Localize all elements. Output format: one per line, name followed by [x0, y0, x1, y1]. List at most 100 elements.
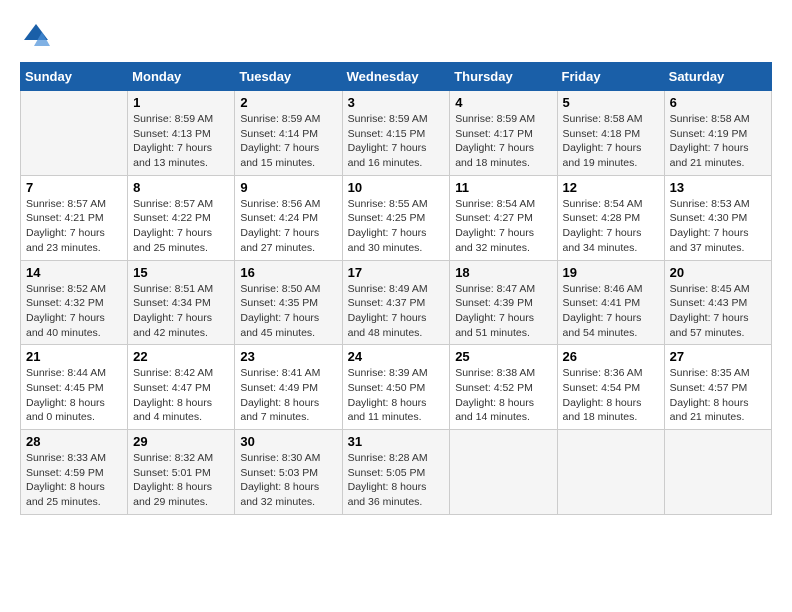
- day-number: 20: [670, 265, 766, 280]
- day-info: Sunrise: 8:59 AMSunset: 4:13 PMDaylight:…: [133, 112, 229, 171]
- day-info: Sunrise: 8:52 AMSunset: 4:32 PMDaylight:…: [26, 282, 122, 341]
- day-info: Sunrise: 8:39 AMSunset: 4:50 PMDaylight:…: [348, 366, 445, 425]
- day-number: 15: [133, 265, 229, 280]
- day-info: Sunrise: 8:50 AMSunset: 4:35 PMDaylight:…: [240, 282, 336, 341]
- day-number: 24: [348, 349, 445, 364]
- day-cell: [21, 91, 128, 176]
- day-header-sunday: Sunday: [21, 63, 128, 91]
- day-info: Sunrise: 8:56 AMSunset: 4:24 PMDaylight:…: [240, 197, 336, 256]
- header-row: SundayMondayTuesdayWednesdayThursdayFrid…: [21, 63, 772, 91]
- day-info: Sunrise: 8:44 AMSunset: 4:45 PMDaylight:…: [26, 366, 122, 425]
- day-cell: 27 Sunrise: 8:35 AMSunset: 4:57 PMDaylig…: [664, 345, 771, 430]
- day-number: 6: [670, 95, 766, 110]
- day-cell: 7 Sunrise: 8:57 AMSunset: 4:21 PMDayligh…: [21, 175, 128, 260]
- day-number: 8: [133, 180, 229, 195]
- day-info: Sunrise: 8:47 AMSunset: 4:39 PMDaylight:…: [455, 282, 551, 341]
- day-info: Sunrise: 8:35 AMSunset: 4:57 PMDaylight:…: [670, 366, 766, 425]
- day-number: 27: [670, 349, 766, 364]
- day-info: Sunrise: 8:51 AMSunset: 4:34 PMDaylight:…: [133, 282, 229, 341]
- day-number: 30: [240, 434, 336, 449]
- day-cell: 30 Sunrise: 8:30 AMSunset: 5:03 PMDaylig…: [235, 430, 342, 515]
- day-header-tuesday: Tuesday: [235, 63, 342, 91]
- day-info: Sunrise: 8:45 AMSunset: 4:43 PMDaylight:…: [670, 282, 766, 341]
- day-header-thursday: Thursday: [450, 63, 557, 91]
- day-cell: [557, 430, 664, 515]
- day-header-saturday: Saturday: [664, 63, 771, 91]
- day-number: 19: [563, 265, 659, 280]
- day-number: 22: [133, 349, 229, 364]
- day-number: 1: [133, 95, 229, 110]
- day-number: 25: [455, 349, 551, 364]
- day-cell: 31 Sunrise: 8:28 AMSunset: 5:05 PMDaylig…: [342, 430, 450, 515]
- day-cell: 29 Sunrise: 8:32 AMSunset: 5:01 PMDaylig…: [128, 430, 235, 515]
- day-cell: 6 Sunrise: 8:58 AMSunset: 4:19 PMDayligh…: [664, 91, 771, 176]
- day-cell: 13 Sunrise: 8:53 AMSunset: 4:30 PMDaylig…: [664, 175, 771, 260]
- day-cell: 11 Sunrise: 8:54 AMSunset: 4:27 PMDaylig…: [450, 175, 557, 260]
- day-cell: 14 Sunrise: 8:52 AMSunset: 4:32 PMDaylig…: [21, 260, 128, 345]
- day-header-friday: Friday: [557, 63, 664, 91]
- day-cell: 26 Sunrise: 8:36 AMSunset: 4:54 PMDaylig…: [557, 345, 664, 430]
- day-info: Sunrise: 8:33 AMSunset: 4:59 PMDaylight:…: [26, 451, 122, 510]
- day-number: 21: [26, 349, 122, 364]
- day-info: Sunrise: 8:42 AMSunset: 4:47 PMDaylight:…: [133, 366, 229, 425]
- day-info: Sunrise: 8:38 AMSunset: 4:52 PMDaylight:…: [455, 366, 551, 425]
- day-cell: 28 Sunrise: 8:33 AMSunset: 4:59 PMDaylig…: [21, 430, 128, 515]
- day-cell: 3 Sunrise: 8:59 AMSunset: 4:15 PMDayligh…: [342, 91, 450, 176]
- logo: [20, 20, 56, 52]
- day-number: 28: [26, 434, 122, 449]
- day-cell: 15 Sunrise: 8:51 AMSunset: 4:34 PMDaylig…: [128, 260, 235, 345]
- day-number: 12: [563, 180, 659, 195]
- day-number: 3: [348, 95, 445, 110]
- week-row-4: 21 Sunrise: 8:44 AMSunset: 4:45 PMDaylig…: [21, 345, 772, 430]
- day-info: Sunrise: 8:58 AMSunset: 4:19 PMDaylight:…: [670, 112, 766, 171]
- day-cell: 8 Sunrise: 8:57 AMSunset: 4:22 PMDayligh…: [128, 175, 235, 260]
- day-info: Sunrise: 8:58 AMSunset: 4:18 PMDaylight:…: [563, 112, 659, 171]
- day-number: 23: [240, 349, 336, 364]
- day-cell: 21 Sunrise: 8:44 AMSunset: 4:45 PMDaylig…: [21, 345, 128, 430]
- day-info: Sunrise: 8:46 AMSunset: 4:41 PMDaylight:…: [563, 282, 659, 341]
- day-info: Sunrise: 8:30 AMSunset: 5:03 PMDaylight:…: [240, 451, 336, 510]
- logo-icon: [20, 20, 52, 52]
- week-row-2: 7 Sunrise: 8:57 AMSunset: 4:21 PMDayligh…: [21, 175, 772, 260]
- day-cell: 10 Sunrise: 8:55 AMSunset: 4:25 PMDaylig…: [342, 175, 450, 260]
- day-info: Sunrise: 8:59 AMSunset: 4:17 PMDaylight:…: [455, 112, 551, 171]
- week-row-5: 28 Sunrise: 8:33 AMSunset: 4:59 PMDaylig…: [21, 430, 772, 515]
- day-cell: 23 Sunrise: 8:41 AMSunset: 4:49 PMDaylig…: [235, 345, 342, 430]
- day-info: Sunrise: 8:32 AMSunset: 5:01 PMDaylight:…: [133, 451, 229, 510]
- day-number: 7: [26, 180, 122, 195]
- day-number: 29: [133, 434, 229, 449]
- day-number: 17: [348, 265, 445, 280]
- day-info: Sunrise: 8:57 AMSunset: 4:21 PMDaylight:…: [26, 197, 122, 256]
- day-info: Sunrise: 8:55 AMSunset: 4:25 PMDaylight:…: [348, 197, 445, 256]
- day-cell: [450, 430, 557, 515]
- day-cell: 4 Sunrise: 8:59 AMSunset: 4:17 PMDayligh…: [450, 91, 557, 176]
- day-number: 5: [563, 95, 659, 110]
- day-cell: 17 Sunrise: 8:49 AMSunset: 4:37 PMDaylig…: [342, 260, 450, 345]
- day-info: Sunrise: 8:54 AMSunset: 4:28 PMDaylight:…: [563, 197, 659, 256]
- day-number: 26: [563, 349, 659, 364]
- day-number: 13: [670, 180, 766, 195]
- day-info: Sunrise: 8:49 AMSunset: 4:37 PMDaylight:…: [348, 282, 445, 341]
- day-info: Sunrise: 8:59 AMSunset: 4:14 PMDaylight:…: [240, 112, 336, 171]
- day-cell: 16 Sunrise: 8:50 AMSunset: 4:35 PMDaylig…: [235, 260, 342, 345]
- day-cell: 9 Sunrise: 8:56 AMSunset: 4:24 PMDayligh…: [235, 175, 342, 260]
- day-number: 10: [348, 180, 445, 195]
- day-cell: [664, 430, 771, 515]
- day-number: 31: [348, 434, 445, 449]
- day-number: 18: [455, 265, 551, 280]
- day-cell: 22 Sunrise: 8:42 AMSunset: 4:47 PMDaylig…: [128, 345, 235, 430]
- week-row-3: 14 Sunrise: 8:52 AMSunset: 4:32 PMDaylig…: [21, 260, 772, 345]
- day-number: 14: [26, 265, 122, 280]
- day-cell: 18 Sunrise: 8:47 AMSunset: 4:39 PMDaylig…: [450, 260, 557, 345]
- day-info: Sunrise: 8:36 AMSunset: 4:54 PMDaylight:…: [563, 366, 659, 425]
- day-number: 4: [455, 95, 551, 110]
- day-cell: 19 Sunrise: 8:46 AMSunset: 4:41 PMDaylig…: [557, 260, 664, 345]
- day-header-wednesday: Wednesday: [342, 63, 450, 91]
- day-cell: 12 Sunrise: 8:54 AMSunset: 4:28 PMDaylig…: [557, 175, 664, 260]
- day-number: 16: [240, 265, 336, 280]
- day-header-monday: Monday: [128, 63, 235, 91]
- day-number: 11: [455, 180, 551, 195]
- day-cell: 5 Sunrise: 8:58 AMSunset: 4:18 PMDayligh…: [557, 91, 664, 176]
- day-info: Sunrise: 8:57 AMSunset: 4:22 PMDaylight:…: [133, 197, 229, 256]
- week-row-1: 1 Sunrise: 8:59 AMSunset: 4:13 PMDayligh…: [21, 91, 772, 176]
